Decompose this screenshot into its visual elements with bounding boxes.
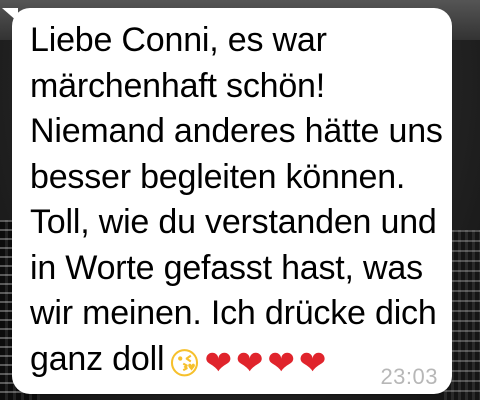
red-heart-emoji-icon: ❤ bbox=[267, 342, 295, 382]
red-heart-emoji-icon: ❤ bbox=[298, 342, 327, 382]
message-last-line: ganz doll 😘 ❤ ❤ ❤ ❤ bbox=[30, 337, 440, 388]
kissing-face-emoji-icon: 😘 bbox=[168, 345, 201, 382]
message-line: besser begleiten können. bbox=[30, 157, 406, 196]
incoming-message-bubble[interactable]: Liebe Conni, es war märchenhaft schön! N… bbox=[12, 8, 452, 394]
red-heart-emoji-icon: ❤ bbox=[204, 342, 232, 382]
message-line: wir meinen. Ich drücke dich bbox=[30, 294, 437, 332]
message-timestamp: 23:03 bbox=[380, 364, 438, 389]
message-line-text: ganz doll bbox=[30, 339, 165, 378]
message-line: Toll, wie du verstanden und bbox=[30, 203, 437, 241]
message-line: Niemand anderes hätte uns bbox=[30, 112, 443, 150]
message-line: Liebe Conni, es war bbox=[30, 21, 327, 59]
message-text: Liebe Conni, es war märchenhaft schön! N… bbox=[30, 18, 443, 388]
red-heart-emoji-icon: ❤ bbox=[235, 342, 264, 382]
message-line: märchenhaft schön! bbox=[30, 66, 326, 105]
message-line: in Worte gefasst hast, was bbox=[30, 248, 423, 287]
